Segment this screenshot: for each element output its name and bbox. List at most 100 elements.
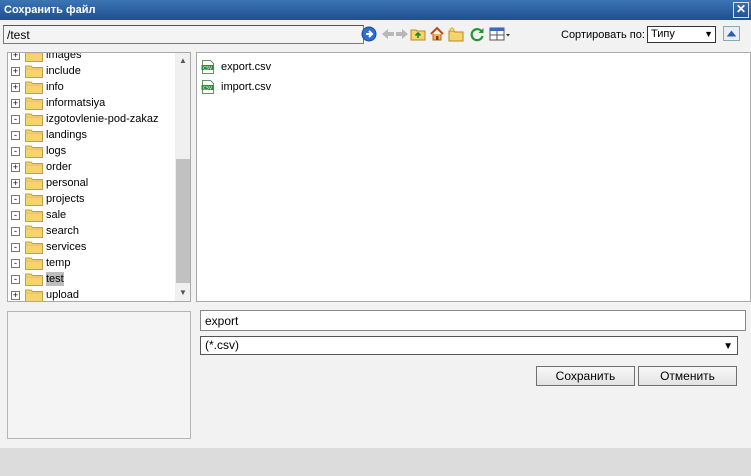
close-button[interactable]: ✕ bbox=[733, 2, 749, 18]
tree-item-label: upload bbox=[46, 289, 80, 301]
file-name: export.csv bbox=[221, 61, 272, 73]
csv-file-icon: CSV bbox=[201, 80, 214, 94]
collapse-icon[interactable]: - bbox=[11, 195, 20, 204]
tree-item-label: images bbox=[46, 52, 82, 61]
folder-tree: + images + include + info + informatsiya - izgoto… bbox=[7, 52, 191, 302]
expand-icon[interactable]: + bbox=[11, 163, 20, 172]
tree-item[interactable]: - services bbox=[8, 239, 176, 255]
view-mode-icon[interactable] bbox=[489, 26, 511, 42]
sort-direction-icon[interactable] bbox=[723, 26, 740, 41]
folder-icon bbox=[25, 145, 43, 158]
folder-icon bbox=[25, 161, 43, 174]
tree-item-label: search bbox=[46, 225, 80, 237]
dialog-footer bbox=[0, 448, 751, 476]
collapse-icon[interactable]: - bbox=[11, 259, 20, 268]
save-button[interactable]: Сохранить bbox=[536, 366, 635, 386]
folder-icon bbox=[25, 225, 43, 238]
tree-item-label: projects bbox=[46, 193, 85, 205]
file-name: import.csv bbox=[221, 81, 272, 93]
tree-item-label: personal bbox=[46, 177, 89, 189]
tree-item[interactable]: + include bbox=[8, 63, 176, 79]
refresh-icon[interactable] bbox=[469, 26, 485, 42]
collapse-icon[interactable]: - bbox=[11, 275, 20, 284]
folder-icon bbox=[25, 273, 43, 286]
scroll-down-icon[interactable]: ▼ bbox=[175, 286, 190, 300]
cancel-button[interactable]: Отменить bbox=[638, 366, 737, 386]
sort-value: Типу bbox=[651, 28, 675, 40]
scroll-thumb[interactable] bbox=[176, 159, 190, 283]
folder-icon bbox=[25, 113, 43, 126]
sort-label: Сортировать по: bbox=[561, 29, 645, 41]
svg-text:CSV: CSV bbox=[203, 85, 213, 91]
csv-file-icon: CSV bbox=[201, 60, 214, 74]
tree-item-label: informatsiya bbox=[46, 97, 106, 109]
expand-icon[interactable]: + bbox=[11, 83, 20, 92]
toolbar: Сортировать по: Типу ▼ bbox=[0, 20, 751, 48]
collapse-icon[interactable]: - bbox=[11, 243, 20, 252]
collapse-icon[interactable]: - bbox=[11, 147, 20, 156]
chevron-down-icon: ▼ bbox=[704, 29, 713, 39]
tree-item[interactable]: - search bbox=[8, 223, 176, 239]
tree-item[interactable]: - temp bbox=[8, 255, 176, 271]
dialog-title: Сохранить файл bbox=[4, 4, 96, 16]
path-input[interactable] bbox=[3, 25, 364, 44]
tree-item[interactable]: - logs bbox=[8, 143, 176, 159]
tree-item-label: info bbox=[46, 81, 64, 93]
tree-item[interactable]: - izgotovlenie-pod-zakaz bbox=[8, 111, 176, 127]
expand-icon[interactable]: + bbox=[11, 291, 20, 300]
tree-item-label: order bbox=[46, 161, 72, 173]
tree-item-label: test bbox=[46, 272, 64, 286]
forward-icon[interactable] bbox=[394, 26, 410, 42]
folder-icon bbox=[25, 129, 43, 142]
tree-item[interactable]: + informatsiya bbox=[8, 95, 176, 111]
sort-select[interactable]: Типу ▼ bbox=[647, 26, 716, 43]
filetype-value: (*.csv) bbox=[205, 338, 239, 352]
folder-icon bbox=[25, 81, 43, 94]
tree-item[interactable]: - projects bbox=[8, 191, 176, 207]
filetype-select[interactable]: (*.csv) ▼ bbox=[200, 336, 738, 355]
filename-input[interactable] bbox=[200, 310, 746, 331]
folder-icon bbox=[25, 289, 43, 301]
preview-panel bbox=[7, 311, 191, 439]
tree-scrollbar[interactable]: ▲ ▼ bbox=[175, 53, 190, 301]
scroll-up-icon[interactable]: ▲ bbox=[175, 54, 190, 68]
collapse-icon[interactable]: - bbox=[11, 211, 20, 220]
tree-item-label: logs bbox=[46, 145, 67, 157]
collapse-icon[interactable]: - bbox=[11, 227, 20, 236]
dialog-titlebar: Сохранить файл ✕ bbox=[0, 0, 751, 20]
tree-item[interactable]: - test bbox=[8, 271, 176, 287]
tree-item[interactable]: + personal bbox=[8, 175, 176, 191]
tree-item[interactable]: + info bbox=[8, 79, 176, 95]
folder-icon bbox=[25, 209, 43, 222]
tree-item-label: sale bbox=[46, 209, 67, 221]
close-icon: ✕ bbox=[735, 2, 747, 16]
tree-item[interactable]: + order bbox=[8, 159, 176, 175]
new-folder-icon[interactable] bbox=[448, 26, 464, 42]
tree-item[interactable]: - landings bbox=[8, 127, 176, 143]
chevron-down-icon: ▼ bbox=[723, 341, 733, 352]
tree-item-label: temp bbox=[46, 257, 71, 269]
tree-item-label: services bbox=[46, 241, 87, 253]
file-list: CSV export.csv CSV import.csv bbox=[196, 52, 751, 302]
tree-item[interactable]: + upload bbox=[8, 287, 176, 301]
tree-item-label: include bbox=[46, 65, 81, 77]
svg-text:CSV: CSV bbox=[203, 65, 213, 71]
expand-icon[interactable]: + bbox=[11, 179, 20, 188]
expand-icon[interactable]: + bbox=[11, 99, 20, 108]
folder-icon bbox=[25, 97, 43, 110]
tree-item[interactable]: - sale bbox=[8, 207, 176, 223]
home-icon[interactable] bbox=[429, 26, 445, 42]
expand-icon[interactable]: + bbox=[11, 67, 20, 76]
expand-icon[interactable]: + bbox=[11, 53, 20, 60]
folder-icon bbox=[25, 65, 43, 78]
folder-icon bbox=[25, 177, 43, 190]
go-icon[interactable] bbox=[361, 26, 377, 42]
folder-icon bbox=[25, 257, 43, 270]
collapse-icon[interactable]: - bbox=[11, 131, 20, 140]
up-folder-icon[interactable] bbox=[410, 26, 426, 42]
tree-item[interactable]: + images bbox=[8, 52, 176, 63]
folder-icon bbox=[25, 241, 43, 254]
folder-icon bbox=[25, 53, 43, 62]
tree-item-label: landings bbox=[46, 129, 87, 141]
collapse-icon[interactable]: - bbox=[11, 115, 20, 124]
